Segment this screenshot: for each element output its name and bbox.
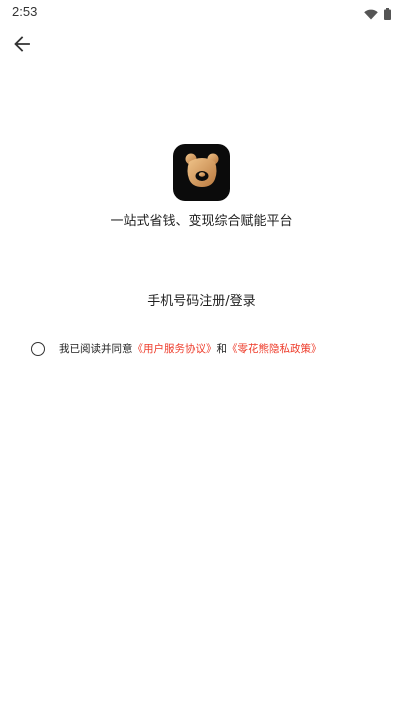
agreement-prefix: 我已阅读并同意 xyxy=(59,343,133,355)
status-bar: 2:53 xyxy=(0,0,403,24)
battery-icon xyxy=(384,5,391,24)
privacy-policy-link[interactable]: 《零花熊隐私政策》 xyxy=(227,341,322,356)
status-time: 2:53 xyxy=(12,4,38,19)
back-button[interactable] xyxy=(8,34,36,58)
app-logo xyxy=(173,144,230,201)
agreement-checkbox[interactable] xyxy=(31,341,45,356)
status-icons xyxy=(364,5,391,24)
tagline: 一站式省钱、变现综合赋能平台 xyxy=(110,214,293,229)
user-agreement-link[interactable]: 《用户服务协议》 xyxy=(133,341,217,356)
bear-logo-icon xyxy=(180,149,224,197)
wifi-icon xyxy=(364,5,378,24)
agreement-row: 我已阅读并同意 《用户服务协议》 和 《零花熊隐私政策》 xyxy=(31,341,322,356)
arrow-left-icon xyxy=(12,34,32,58)
agreement-and: 和 xyxy=(216,343,228,355)
phone-register-login-button[interactable]: 手机号码注册/登录 xyxy=(0,290,403,309)
